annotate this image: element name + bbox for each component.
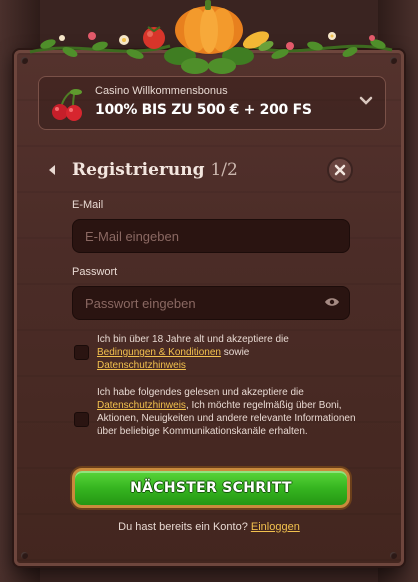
age-consent-mid: sowie (223, 347, 250, 358)
close-icon (334, 164, 346, 176)
next-step-button[interactable]: NÄCHSTER SCHRITT (72, 468, 350, 508)
age-consent-text: Ich bin über 18 Jahre alt und akzeptiere… (97, 333, 359, 372)
email-field[interactable] (72, 219, 350, 253)
close-button[interactable] (327, 157, 353, 183)
bonus-selector[interactable]: Casino Willkommensbonus 100% BIS ZU 500 … (38, 76, 386, 130)
marketing-consent-text: Ich habe folgendes gelesen und akzeptier… (97, 386, 359, 438)
bonus-title: Casino Willkommensbonus (95, 85, 228, 97)
marketing-consent-intro: Ich habe folgendes gelesen und akzeptier… (97, 387, 304, 398)
chevron-down-icon (359, 96, 373, 105)
marketing-privacy-link[interactable]: Datenschutzhinweis (97, 400, 186, 411)
eye-icon[interactable] (324, 297, 340, 307)
password-label: Passwort (72, 266, 118, 278)
nail-decoration (390, 57, 397, 64)
nail-decoration (21, 552, 28, 559)
login-prompt: Du hast bereits ein Konto? Einloggen (0, 521, 418, 533)
pumpkin-icon (175, 0, 243, 54)
email-label: E-Mail (72, 199, 104, 211)
privacy-link[interactable]: Datenschutzhinweis (97, 360, 186, 371)
password-field[interactable] (72, 286, 350, 320)
back-arrow-icon[interactable] (46, 164, 58, 176)
nail-decoration (390, 552, 397, 559)
terms-link[interactable]: Bedingungen & Konditionen (97, 347, 221, 358)
marketing-consent-checkbox[interactable] (74, 412, 89, 427)
registration-step: 1/2 (210, 160, 238, 180)
login-prompt-text: Du hast bereits ein Konto? (118, 521, 248, 533)
age-consent-intro: Ich bin über 18 Jahre alt und akzeptiere… (97, 334, 289, 345)
registration-title: Registrierung (72, 160, 205, 180)
nail-decoration (21, 57, 28, 64)
bonus-value: 100% BIS ZU 500 € + 200 FS (95, 102, 312, 118)
login-link[interactable]: Einloggen (251, 521, 300, 533)
next-step-label: NÄCHSTER SCHRITT (130, 480, 292, 496)
page-title: Registrierung 1/2 (72, 160, 238, 180)
age-consent-checkbox[interactable] (74, 345, 89, 360)
cherry-icon (52, 89, 82, 121)
